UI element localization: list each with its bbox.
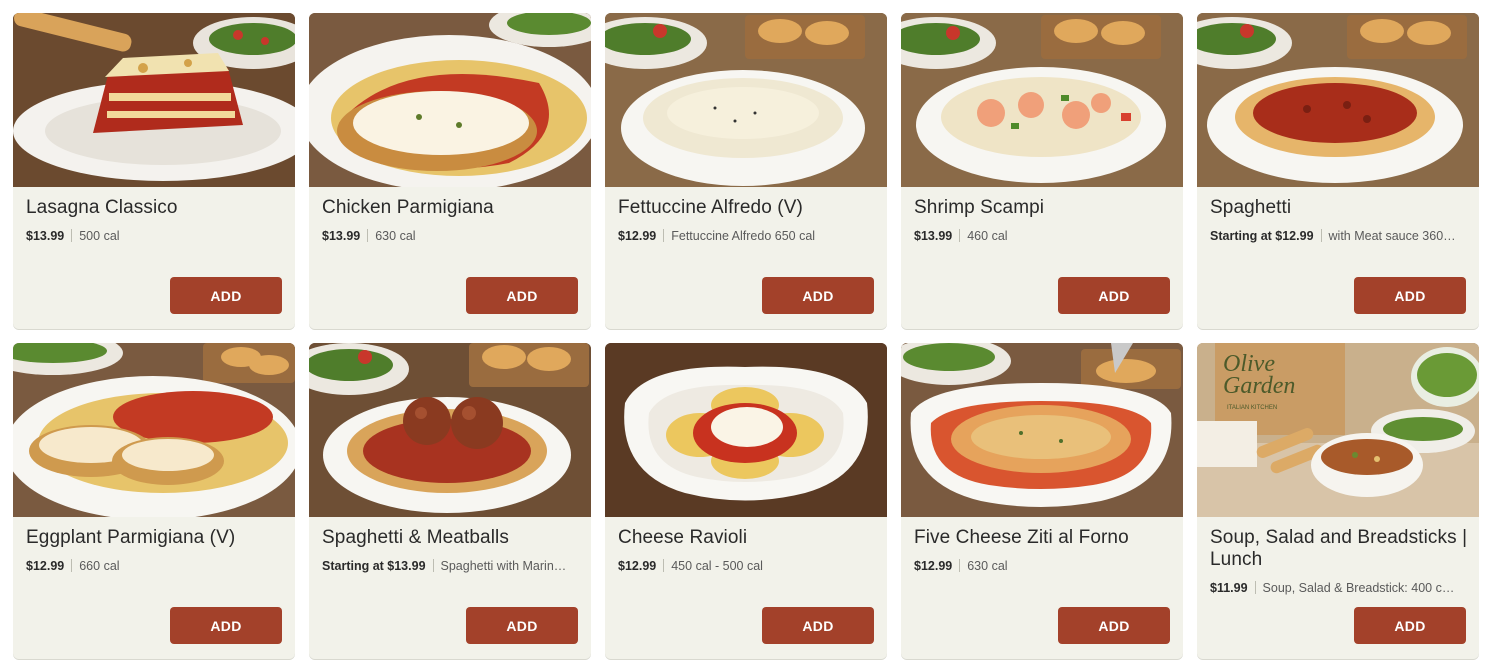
item-meta: $11.99 Soup, Salad & Breadstick: 400 c…: [1210, 580, 1467, 596]
item-meta: $13.99 500 cal: [26, 228, 283, 244]
item-price: $12.99: [618, 229, 657, 243]
item-price: $12.99: [26, 559, 65, 573]
menu-item-card[interactable]: Spaghetti & Meatballs Starting at $13.99…: [309, 343, 591, 659]
menu-item-card[interactable]: Lasagna Classico $13.99 500 cal ADD: [13, 13, 295, 329]
add-button[interactable]: ADD: [1058, 277, 1170, 314]
add-button[interactable]: ADD: [762, 607, 874, 644]
add-button[interactable]: ADD: [466, 277, 578, 314]
menu-item-card[interactable]: Shrimp Scampi $13.99 460 cal ADD: [901, 13, 1183, 329]
menu-item-card[interactable]: Olive Garden ITALIAN KITCHEN Soup, Salad…: [1197, 343, 1479, 659]
item-price: $11.99: [1210, 581, 1248, 595]
divider: [663, 559, 665, 572]
spaghetti-meatballs-photo[interactable]: [309, 343, 591, 517]
item-meta: $12.99 450 cal - 500 cal: [618, 558, 875, 574]
item-calories: Soup, Salad & Breadstick: 400 c…: [1262, 581, 1455, 595]
add-button[interactable]: ADD: [466, 607, 578, 644]
item-calories: 630 cal: [967, 559, 1008, 573]
item-meta: $12.99 630 cal: [914, 558, 1171, 574]
menu-item-card[interactable]: Spaghetti Starting at $12.99 with Meat sa…: [1197, 13, 1479, 329]
item-calories: 660 cal: [79, 559, 120, 573]
item-meta: Starting at $12.99 with Meat sauce 360…: [1210, 228, 1467, 244]
olive-garden-logo: Garden: [1223, 373, 1295, 399]
add-button[interactable]: ADD: [762, 277, 874, 314]
divider: [367, 229, 369, 242]
item-price: $12.99: [914, 559, 953, 573]
item-name: Spaghetti & Meatballs: [322, 527, 509, 548]
add-button[interactable]: ADD: [170, 607, 282, 644]
item-price: $12.99: [618, 559, 657, 573]
cheese-ravioli-photo[interactable]: [605, 343, 887, 517]
item-calories: 500 cal: [79, 229, 120, 243]
item-name: Five Cheese Ziti al Forno: [914, 527, 1129, 548]
eggplant-parmigiana-photo[interactable]: [13, 343, 295, 517]
item-calories: 630 cal: [375, 229, 416, 243]
menu-item-card[interactable]: Chicken Parmigiana $13.99 630 cal ADD: [309, 13, 591, 329]
add-button[interactable]: ADD: [1058, 607, 1170, 644]
item-price: Starting at $12.99: [1210, 229, 1314, 243]
item-name: Shrimp Scampi: [914, 197, 1045, 218]
add-button[interactable]: ADD: [1354, 607, 1466, 644]
item-meta: $12.99 660 cal: [26, 558, 283, 574]
menu-item-card[interactable]: Fettuccine Alfredo (V) $12.99 Fettuccine …: [605, 13, 887, 329]
item-meta: $13.99 630 cal: [322, 228, 579, 244]
divider: [663, 229, 665, 242]
olive-garden-logo: ITALIAN KITCHEN: [1227, 405, 1277, 411]
item-price: $13.99: [26, 229, 65, 243]
add-button[interactable]: ADD: [170, 277, 282, 314]
item-meta: $13.99 460 cal: [914, 228, 1171, 244]
item-calories: Fettuccine Alfredo 650 cal: [671, 229, 816, 243]
item-name: Cheese Ravioli: [618, 527, 748, 548]
item-name: Chicken Parmigiana: [322, 197, 494, 218]
item-price: $13.99: [914, 229, 953, 243]
menu-item-card[interactable]: Cheese Ravioli $12.99 450 cal - 500 cal A…: [605, 343, 887, 659]
spaghetti-photo[interactable]: [1197, 13, 1479, 187]
five-cheese-ziti-photo[interactable]: [901, 343, 1183, 517]
menu-item-card[interactable]: Eggplant Parmigiana (V) $12.99 660 cal AD…: [13, 343, 295, 659]
item-name: Spaghetti: [1210, 197, 1292, 218]
item-name: Soup, Salad and Breadsticks | Lunch: [1210, 527, 1468, 570]
divider: [1254, 581, 1256, 594]
divider: [71, 559, 73, 572]
item-name: Fettuccine Alfredo (V): [618, 197, 803, 218]
fettuccine-alfredo-photo[interactable]: [605, 13, 887, 187]
menu-item-card[interactable]: Five Cheese Ziti al Forno $12.99 630 cal …: [901, 343, 1183, 659]
item-price: $13.99: [322, 229, 361, 243]
add-button[interactable]: ADD: [1354, 277, 1466, 314]
shrimp-scampi-photo[interactable]: [901, 13, 1183, 187]
item-meta: Starting at $13.99 Spaghetti with Marin…: [322, 558, 579, 574]
divider: [432, 559, 434, 572]
item-name: Eggplant Parmigiana (V): [26, 527, 236, 548]
divider: [959, 559, 961, 572]
item-calories: 450 cal - 500 cal: [671, 559, 763, 573]
divider: [1320, 229, 1322, 242]
menu-grid: Lasagna Classico $13.99 500 cal ADD Chick…: [13, 13, 1479, 659]
chicken-parmigiana-photo[interactable]: [309, 13, 591, 187]
item-price: Starting at $13.99: [322, 559, 426, 573]
divider: [959, 229, 961, 242]
item-calories: 460 cal: [967, 229, 1008, 243]
lasagna-photo[interactable]: [13, 13, 295, 187]
soup-salad-breadsticks-photo[interactable]: Olive Garden ITALIAN KITCHEN: [1197, 343, 1479, 517]
item-calories: Spaghetti with Marin…: [440, 559, 567, 573]
item-name: Lasagna Classico: [26, 197, 178, 218]
item-meta: $12.99 Fettuccine Alfredo 650 cal: [618, 228, 875, 244]
divider: [71, 229, 73, 242]
item-calories: with Meat sauce 360…: [1328, 229, 1456, 243]
